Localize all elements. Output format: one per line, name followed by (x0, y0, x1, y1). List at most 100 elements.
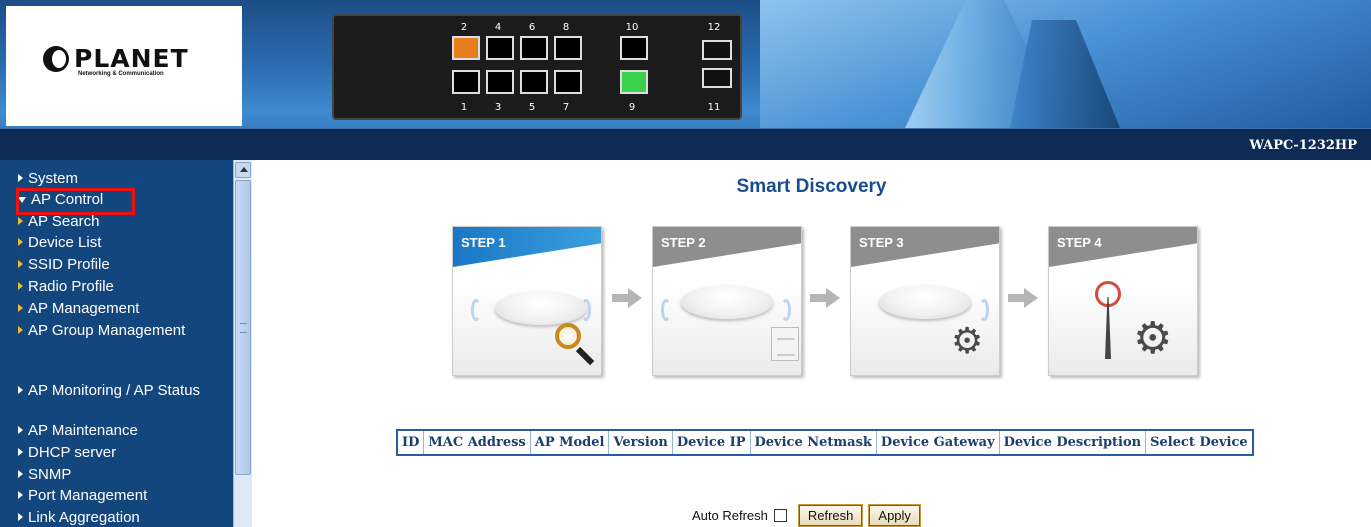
header-banner: PLANET Networking & Communication 2 4 6 … (0, 0, 1371, 160)
sidebar-item-system[interactable]: System (18, 170, 78, 188)
refresh-button[interactable]: Refresh (797, 504, 864, 527)
port-4[interactable] (486, 36, 514, 60)
sidebar-item-label: AP Maintenance (28, 422, 138, 439)
sidebar-item-label: Device List (28, 234, 102, 251)
magnifier-icon (555, 323, 581, 349)
arrow-right-icon (18, 304, 23, 312)
arrow-right-icon (18, 174, 23, 182)
sidebar-item-port-management[interactable]: Port Management (18, 487, 147, 505)
column-header: Version (608, 429, 673, 456)
port-6[interactable] (520, 36, 548, 60)
sidebar-item-ap-monitoring[interactable]: AP Monitoring / AP Status (18, 382, 208, 400)
column-header: AP Model (529, 429, 610, 456)
column-header: Device IP (671, 429, 751, 456)
sidebar-item-label: DHCP server (28, 444, 117, 461)
port-1[interactable] (452, 70, 480, 94)
arrow-right-icon (18, 217, 23, 225)
sidebar-item-radio-profile[interactable]: Radio Profile (18, 278, 114, 296)
signal-wave-icon (781, 299, 791, 321)
sidebar-scrollbar[interactable] (233, 160, 252, 527)
logo-brand: PLANET (74, 44, 189, 73)
signal-wave-icon (661, 299, 671, 321)
arrow-right-icon (18, 491, 23, 499)
sidebar-item-label: SSID Profile (28, 256, 110, 273)
port-7[interactable] (554, 70, 582, 94)
sidebar-item-device-list[interactable]: Device List (18, 234, 101, 252)
scroll-up-icon[interactable] (235, 162, 251, 178)
port-number: 6 (528, 22, 536, 33)
arrow-right-icon (18, 326, 23, 334)
ap-control-highlight-box (16, 188, 135, 215)
port-9[interactable] (620, 70, 648, 94)
sidebar-item-label: System (28, 170, 79, 187)
arrow-right-icon (18, 470, 23, 478)
sidebar-item-ap-search[interactable]: AP Search (18, 213, 99, 231)
port-10[interactable] (620, 36, 648, 60)
arrow-right-icon (18, 260, 23, 268)
step-arrow-icon (612, 288, 644, 308)
arrow-right-icon (18, 238, 23, 246)
port-number: 12 (707, 22, 721, 33)
port-number: 7 (562, 102, 570, 113)
gear-icon: ⚙ (1133, 314, 1173, 363)
antenna-tower-icon (1095, 281, 1121, 359)
controls-row: Auto Refresh Refresh Apply (692, 504, 921, 527)
sidebar-item-ap-maintenance[interactable]: AP Maintenance (18, 422, 138, 440)
auto-refresh-checkbox[interactable] (773, 509, 787, 522)
port-number: 1 (460, 102, 468, 113)
port-12[interactable] (702, 40, 732, 60)
sidebar-item-ap-group-management[interactable]: AP Group Management (18, 322, 185, 340)
port-number: 4 (494, 22, 502, 33)
arrow-right-icon (18, 386, 23, 394)
step-3-card: STEP 3 ⚙ (850, 226, 1000, 376)
sidebar-item-dhcp-server[interactable]: DHCP server (18, 444, 116, 462)
sidebar-item-label: SNMP (28, 466, 72, 483)
step-label: STEP 4 (1057, 235, 1102, 250)
sidebar-item-ap-management[interactable]: AP Management (18, 300, 139, 318)
step-2-card: STEP 2 (652, 226, 802, 376)
table-header-row: ID MAC Address AP Model Version Device I… (396, 429, 1254, 456)
signal-wave-icon (979, 299, 989, 321)
sidebar-item-label: AP Search (28, 213, 100, 230)
port-2[interactable] (452, 36, 480, 60)
sidebar-item-label: AP Monitoring / AP Status (28, 382, 201, 399)
port-8[interactable] (554, 36, 582, 60)
step-label: STEP 2 (661, 235, 706, 250)
port-5[interactable] (520, 70, 548, 94)
sidebar-item-link-aggregation[interactable]: Link Aggregation (18, 509, 140, 527)
planet-logo: PLANET Networking & Communication (43, 44, 189, 77)
apply-button[interactable]: Apply (868, 504, 921, 527)
sidebar-item-label: AP Management (28, 300, 140, 317)
column-header: Select Device (1145, 429, 1254, 456)
model-bar: WAPC-1232HP (0, 128, 1371, 160)
column-header: ID (396, 429, 425, 456)
logo-tagline: Networking & Communication (78, 71, 164, 77)
port-3[interactable] (486, 70, 514, 94)
sidebar-item-snmp[interactable]: SNMP (18, 466, 71, 484)
column-header: Device Gateway (875, 429, 1000, 456)
logo-area: PLANET Networking & Communication (6, 6, 242, 126)
main-content: Smart Discovery STEP 1 STEP 2 STEP 3 ⚙ S… (252, 160, 1371, 527)
port-11[interactable] (702, 68, 732, 88)
port-number: 3 (494, 102, 502, 113)
arrow-right-icon (18, 448, 23, 456)
port-number: 2 (460, 22, 468, 33)
signal-wave-icon (581, 299, 591, 321)
document-icon (771, 327, 799, 361)
sidebar-item-ssid-profile[interactable]: SSID Profile (18, 256, 110, 274)
sidebar-item-label: AP Group Management (28, 322, 186, 339)
planet-logo-icon (43, 46, 69, 72)
page-title: Smart Discovery (736, 176, 887, 197)
arrow-right-icon (18, 513, 23, 521)
sidebar-item-label: Link Aggregation (28, 509, 140, 526)
access-point-icon (495, 291, 587, 325)
scroll-thumb[interactable] (235, 180, 251, 475)
device-model-label: WAPC-1232HP (1249, 138, 1357, 153)
step-arrow-icon (1008, 288, 1040, 308)
step-1-card: STEP 1 (452, 226, 602, 376)
signal-wave-icon (471, 299, 481, 321)
device-faceplate: 2 4 6 8 10 12 1 3 5 7 9 11 (332, 14, 742, 120)
sidebar-nav: System AP Control AP Search Device List … (0, 160, 252, 527)
step-4-card: STEP 4 ⚙ (1048, 226, 1198, 376)
step-label: STEP 3 (859, 235, 904, 250)
